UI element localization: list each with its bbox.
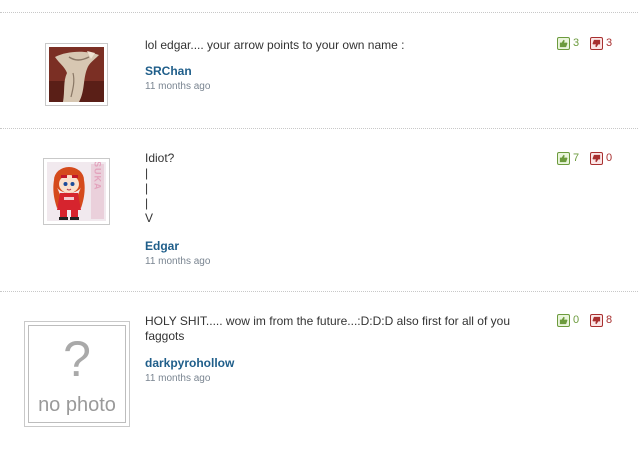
- thumbs-up-icon: [557, 151, 570, 165]
- dislike-count: 8: [606, 314, 613, 326]
- comment-time: 11 months ago: [145, 81, 211, 92]
- like-button[interactable]: 0: [557, 312, 579, 328]
- comment-time: 11 months ago: [145, 373, 211, 384]
- thumbs-up-icon: [557, 313, 570, 327]
- srchan-avatar-image: [49, 47, 104, 102]
- dislike-button[interactable]: 8: [590, 312, 612, 328]
- comment-author-link[interactable]: Edgar: [145, 239, 179, 253]
- comment-text-line: |: [145, 166, 149, 180]
- like-count: 3: [573, 37, 580, 49]
- thumbs-down-icon: [590, 151, 603, 165]
- question-mark-icon: ?: [63, 331, 91, 387]
- like-button[interactable]: 3: [557, 35, 579, 51]
- avatar-label: ASUKA: [93, 162, 103, 191]
- thumbs-down-icon: [590, 36, 603, 50]
- comment-text: HOLY SHIT..... wow im from the future...…: [145, 314, 525, 344]
- comment-author-link[interactable]: SRChan: [145, 64, 192, 78]
- avatar[interactable]: ? no photo: [24, 321, 130, 427]
- comment-text-line: Idiot?: [145, 151, 175, 165]
- comment-text-line: V: [145, 211, 154, 225]
- dislike-button[interactable]: 3: [590, 35, 612, 51]
- like-count: 0: [573, 314, 580, 326]
- dislike-button[interactable]: 0: [590, 150, 612, 166]
- thumbs-up-icon: [557, 36, 570, 50]
- like-count: 7: [573, 152, 580, 164]
- comment-time: 11 months ago: [145, 256, 211, 267]
- comment-text-line: |: [145, 196, 149, 210]
- thumbs-down-icon: [590, 313, 603, 327]
- comment-item: lol edgar.... your arrow points to your …: [0, 13, 638, 128]
- comment-item: ASUKA Idiot? | | | V Edgar 11 months ago…: [0, 129, 638, 291]
- avatar[interactable]: [45, 43, 108, 106]
- comment-text-line: HOLY SHIT..... wow im from the future...…: [145, 314, 510, 328]
- like-button[interactable]: 7: [557, 150, 579, 166]
- comment-item: ? no photo HOLY SHIT..... wow im from th…: [0, 292, 638, 442]
- comment-text-line: |: [145, 181, 149, 195]
- comment-author-link[interactable]: darkpyrohollow: [145, 356, 234, 370]
- asuka-avatar-image: ASUKA: [47, 162, 106, 221]
- dislike-count: 0: [606, 152, 613, 164]
- comment-text-line: faggots: [145, 329, 185, 343]
- comment-text: lol edgar.... your arrow points to your …: [145, 38, 525, 53]
- dislike-count: 3: [606, 37, 613, 49]
- comment-text: Idiot? | | | V: [145, 151, 525, 226]
- comment-text-line: lol edgar.... your arrow points to your …: [145, 38, 405, 52]
- avatar[interactable]: ASUKA: [43, 158, 110, 225]
- no-photo-label: no photo: [38, 394, 116, 416]
